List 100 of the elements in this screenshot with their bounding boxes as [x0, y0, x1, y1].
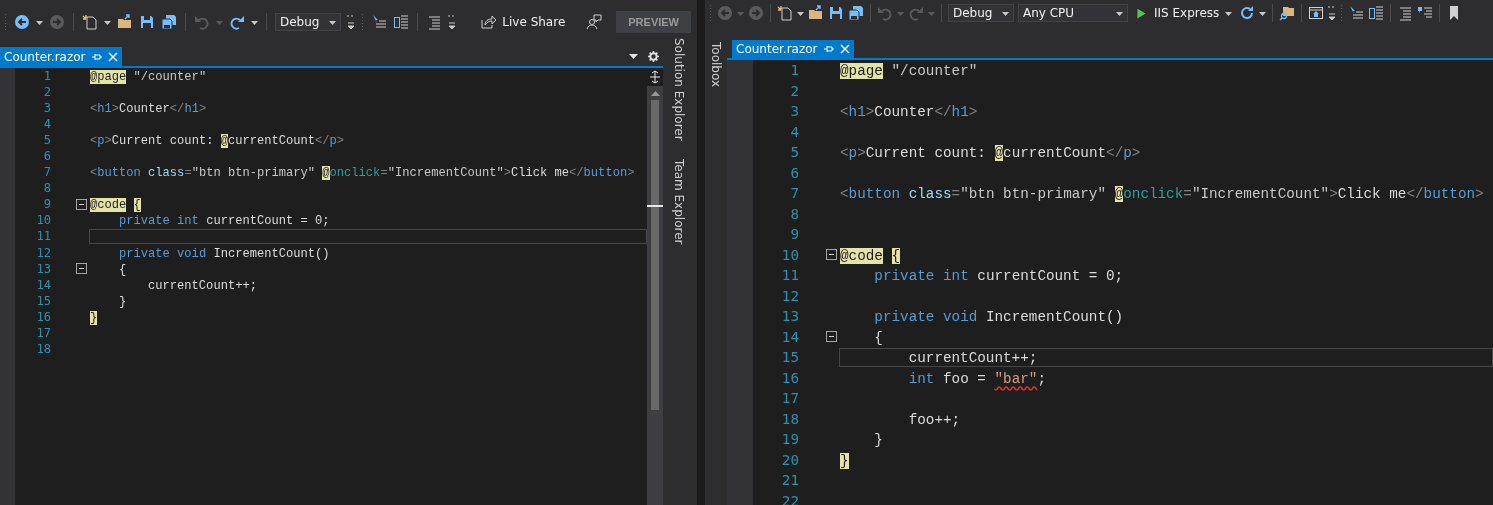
code-line: {: [873, 328, 884, 346]
line-number: 15: [780, 349, 799, 366]
run-button[interactable]: IIS Express: [1132, 3, 1236, 23]
line-number: 15: [35, 293, 51, 308]
line-number: 2: [789, 82, 799, 99]
refresh-icon[interactable]: [1239, 5, 1256, 21]
tool-window-tab[interactable]: Toolbox: [709, 40, 723, 89]
save-icon[interactable]: [828, 5, 844, 21]
code-line: private int currentCount = 0;: [118, 213, 331, 228]
code-line: int foo = "bar";: [907, 369, 1047, 387]
line-number: 3: [42, 101, 51, 116]
line-number: 10: [780, 246, 799, 263]
line-number: 2: [42, 85, 51, 100]
tab-title[interactable]: Counter.razor: [736, 42, 818, 56]
line-number: 12: [35, 245, 51, 260]
save-icon[interactable]: [139, 14, 155, 30]
line-number: 11: [35, 229, 51, 244]
code-line: private void IncrementCount(): [873, 308, 1125, 326]
play-icon: [1135, 6, 1148, 20]
split-handle-icon[interactable]: [647, 68, 663, 86]
code-line: foo++;: [907, 410, 962, 428]
folder-search-icon[interactable]: [1279, 5, 1296, 21]
grip-handle[interactable]: [361, 13, 365, 31]
settings-icon[interactable]: [648, 51, 659, 62]
close-icon[interactable]: [839, 44, 850, 54]
code-line: @page "/counter": [89, 69, 208, 84]
code-line: @page "/counter": [839, 62, 979, 80]
line-number: 5: [42, 133, 51, 148]
vertical-scrollbar[interactable]: [647, 68, 663, 505]
collapse-icon[interactable]: [826, 249, 837, 261]
line-number: 3: [789, 103, 799, 120]
line-number: 17: [35, 325, 51, 340]
line-number: 16: [35, 309, 51, 324]
document-tab[interactable]: Counter.razor: [732, 40, 854, 58]
collapse-icon[interactable]: [76, 263, 87, 275]
new-item-icon[interactable]: [777, 5, 793, 21]
close-icon[interactable]: [107, 51, 118, 62]
toolbar-dropdown[interactable]: Debug: [275, 13, 341, 31]
tool-window-tab[interactable]: Solution Explorer: [672, 36, 686, 143]
line-number: 6: [42, 149, 51, 164]
scroll-up-icon[interactable]: [650, 90, 660, 96]
code-line: }: [873, 431, 884, 449]
comment-lines-icon[interactable]: [1417, 5, 1434, 21]
code-line: <button class="btn btn-primary" @onclick="IncrementCount">Click me</button>: [839, 185, 1485, 203]
tab-title[interactable]: Counter.razor: [4, 49, 86, 64]
collapse-icon[interactable]: [76, 198, 87, 210]
line-number: 7: [789, 185, 799, 202]
share-arrow-icon: [480, 14, 497, 30]
code-line: }: [118, 293, 128, 308]
collapse-icon[interactable]: [826, 331, 837, 343]
open-folder-icon[interactable]: [117, 14, 133, 30]
cursor-lines-icon[interactable]: [371, 14, 387, 30]
line-number: 4: [42, 117, 51, 132]
toolbar-dropdown[interactable]: Debug: [948, 4, 1014, 22]
overflow-icon[interactable]: [1328, 4, 1337, 22]
window-home-icon[interactable]: [1308, 5, 1325, 21]
document-list-icon[interactable]: [393, 14, 409, 30]
line-number: 9: [42, 197, 51, 212]
line-number: 21: [780, 472, 799, 489]
cursor-lines-icon[interactable]: [1348, 5, 1365, 21]
line-number: 8: [42, 181, 51, 196]
code-line: @code {: [839, 246, 902, 264]
dropdown-arrow-icon[interactable]: [629, 53, 638, 60]
toolbar-dropdown[interactable]: Any CPU: [1018, 4, 1128, 22]
person-chat-icon[interactable]: [586, 14, 603, 30]
line-number: 18: [780, 410, 799, 427]
pin-icon[interactable]: [91, 51, 102, 62]
new-item-icon[interactable]: [82, 14, 98, 30]
grip-handle[interactable]: [709, 4, 713, 22]
overflow-icon[interactable]: [448, 13, 456, 31]
open-folder-icon[interactable]: [808, 5, 824, 21]
code-line: <h1>Counter</h1>: [839, 103, 979, 121]
grip-handle[interactable]: [4, 13, 8, 31]
overflow-icon[interactable]: [347, 13, 355, 31]
code-line: <p>Current count: @currentCount</p>: [839, 144, 1142, 162]
line-number: 16: [780, 369, 799, 386]
document-tab[interactable]: Counter.razor: [0, 47, 122, 66]
save-all-icon[interactable]: [161, 14, 177, 30]
line-number: 18: [35, 341, 51, 356]
live-share-button[interactable]: Live Share: [477, 12, 569, 32]
code-line: private void IncrementCount(): [118, 245, 331, 260]
line-number: 5: [789, 144, 799, 161]
document-list-icon[interactable]: [1368, 5, 1385, 21]
redo-icon[interactable]: [229, 14, 245, 30]
line-number: 7: [42, 165, 51, 180]
preview-button[interactable]: PREVIEW: [616, 11, 691, 33]
line-number: 14: [35, 277, 51, 292]
line-number: 22: [780, 492, 799, 505]
pin-icon[interactable]: [823, 44, 834, 54]
line-number: 14: [780, 328, 799, 345]
align-lines-icon[interactable]: [426, 14, 442, 30]
line-number: 8: [789, 205, 799, 222]
save-all-icon[interactable]: [848, 5, 864, 21]
align-lines-icon[interactable]: [1397, 5, 1414, 21]
back-icon[interactable]: [14, 14, 30, 30]
line-number: 1: [789, 62, 799, 79]
code-line: <h1>Counter</h1>: [89, 101, 208, 116]
tool-window-tab[interactable]: Team Explorer: [672, 156, 686, 247]
line-number: 4: [789, 123, 799, 140]
line-number: 11: [780, 267, 799, 284]
